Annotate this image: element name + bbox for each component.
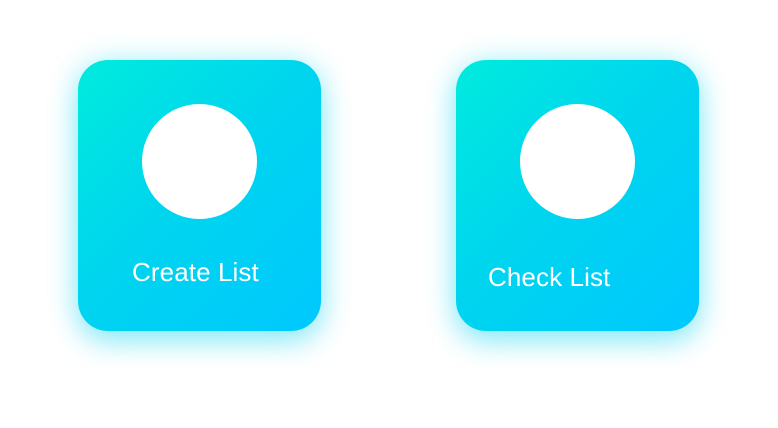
check-list-label: Check List bbox=[488, 262, 611, 292]
check-list-circle-icon bbox=[520, 104, 635, 219]
create-list-card[interactable]: Create List bbox=[78, 60, 321, 331]
check-list-card[interactable]: Check List bbox=[456, 60, 699, 331]
canvas: Create List Check List bbox=[0, 0, 778, 428]
create-list-label: Create List bbox=[132, 257, 259, 287]
create-list-circle-icon bbox=[142, 104, 257, 219]
